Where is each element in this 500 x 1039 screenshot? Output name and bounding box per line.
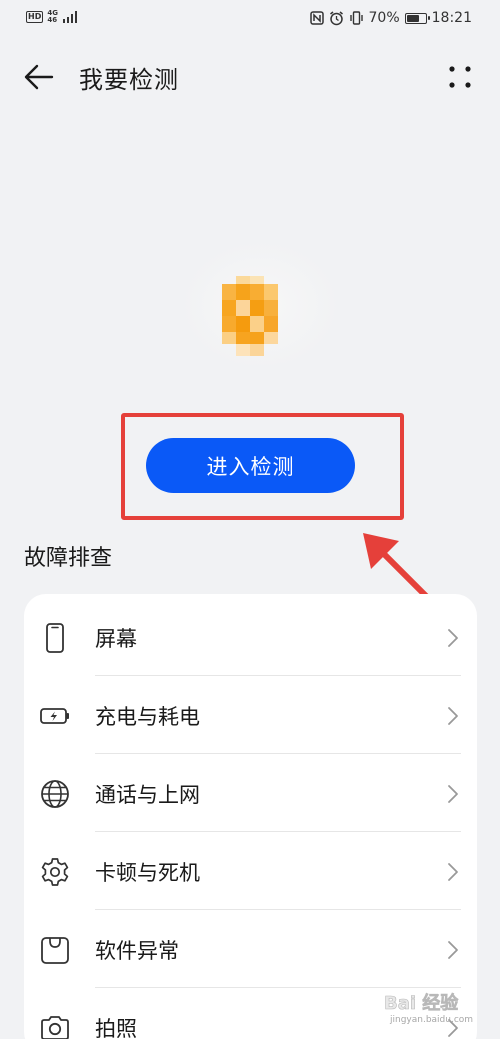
watermark-sub: jingyan.baidu.com [390,1015,474,1025]
signal-icon [62,11,77,23]
watermark-text: Bai 经验 [384,993,459,1015]
network-type-bottom: 46 [47,16,58,24]
network-type: 4G 46 [47,10,58,24]
list-item-label: 充电与耗电 [95,705,200,729]
chevron-right-icon [448,863,458,881]
status-time: 18:21 [431,10,472,26]
chevron-right-icon [448,785,458,803]
list-item-charging[interactable]: 充电与耗电 [24,676,477,754]
phone-screen-icon [46,623,64,653]
more-dots-icon[interactable] [446,63,474,91]
camera-icon [41,1016,69,1039]
page-title: 我要检测 [79,66,179,94]
hd-badge: HD [26,11,44,23]
battery-charging-icon [40,708,69,724]
status-left: HD 4G 46 [26,10,78,24]
list-item-lag-freeze[interactable]: 卡顿与死机 [24,832,477,910]
watermark: Bai 经验 jingyan.baidu.com [384,985,494,1035]
list-item-label: 软件异常 [95,939,179,963]
status-right: 70% 18:21 [309,10,472,26]
list-item-software[interactable]: 软件异常 [24,910,477,988]
list-item-calls-internet[interactable]: 通话与上网 [24,754,477,832]
troubleshoot-list: 屏幕 充电与耗电 通话与上网 卡顿与死机 软件异常 拍照 [24,594,477,1039]
list-item-label: 卡顿与死机 [95,861,200,885]
chevron-right-icon [448,629,458,647]
battery-icon [404,12,430,24]
chevron-right-icon [448,707,458,725]
section-title: 故障排查 [24,546,113,571]
nfc-icon [309,11,324,25]
chevron-right-icon [448,941,458,959]
list-item-label: 屏幕 [95,627,137,651]
app-bar: 我要检测 [0,48,500,108]
alarm-icon [329,10,343,25]
back-arrow-icon[interactable] [22,60,56,94]
globe-icon [41,780,69,808]
gear-icon [41,858,69,886]
list-item-screen[interactable]: 屏幕 [24,598,477,676]
app-store-bag-icon [41,937,69,964]
list-item-label: 通话与上网 [95,783,200,807]
status-bar: HD 4G 46 70% 18:21 [0,0,500,40]
service-logo-icon [222,276,278,356]
battery-percent: 70% [368,10,400,26]
start-detection-button[interactable]: 进入检测 [146,438,355,493]
battery-level-fill [406,14,420,22]
vibrate-icon [349,11,363,25]
list-item-label: 拍照 [95,1017,137,1039]
